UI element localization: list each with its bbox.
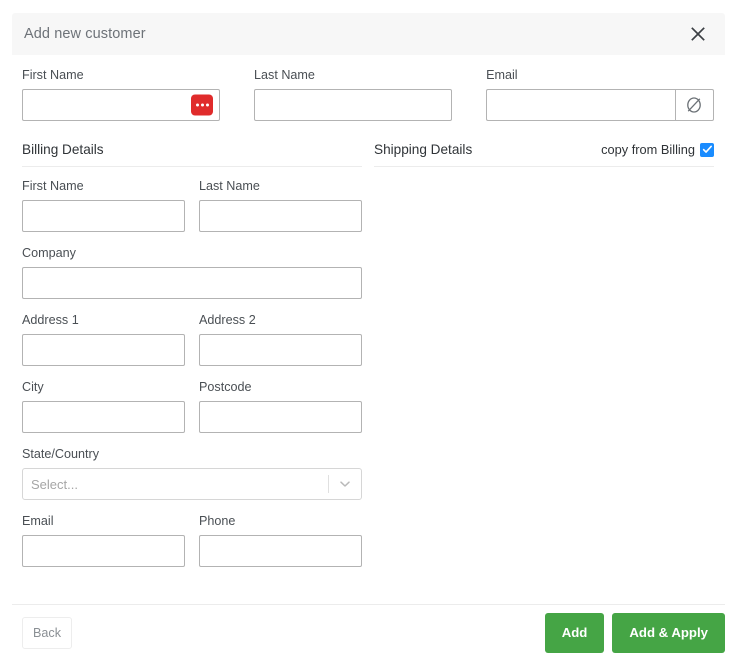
billing-address1-input[interactable] bbox=[23, 335, 184, 365]
billing-field-company: Company bbox=[22, 246, 362, 299]
billing-name-row: First Name Last Name bbox=[22, 179, 362, 232]
copy-from-billing-label: copy from Billing bbox=[601, 142, 695, 157]
billing-field-last-name: Last Name bbox=[199, 179, 362, 232]
modal-header: Add new customer bbox=[12, 13, 725, 55]
billing-first-name-label: First Name bbox=[22, 179, 84, 193]
billing-company-row: Company bbox=[22, 246, 362, 299]
billing-address2-label: Address 2 bbox=[199, 313, 256, 327]
billing-phone-input[interactable] bbox=[200, 536, 361, 566]
billing-field-address1: Address 1 bbox=[22, 313, 185, 366]
chevron-down-icon-glyph bbox=[340, 481, 350, 487]
empty-set-icon[interactable] bbox=[674, 89, 714, 121]
billing-phone-input-wrapper[interactable] bbox=[199, 535, 362, 567]
billing-details-title: Billing Details bbox=[22, 142, 104, 157]
billing-postcode-input-wrapper[interactable] bbox=[199, 401, 362, 433]
billing-postcode-label: Postcode bbox=[199, 380, 252, 394]
email-input-wrapper[interactable] bbox=[486, 89, 675, 121]
billing-postcode-input[interactable] bbox=[200, 402, 361, 432]
ellipsis-dot bbox=[200, 103, 204, 107]
email-input[interactable] bbox=[487, 90, 675, 120]
billing-address2-input-wrapper[interactable] bbox=[199, 334, 362, 366]
last-name-input-wrapper[interactable] bbox=[254, 89, 453, 121]
billing-email-label: Email bbox=[22, 514, 54, 528]
last-name-label: Last Name bbox=[254, 68, 315, 82]
field-first-name: First Name bbox=[22, 68, 221, 121]
billing-last-name-label: Last Name bbox=[199, 179, 260, 193]
billing-field-email: Email bbox=[22, 514, 185, 567]
first-name-input[interactable] bbox=[23, 90, 220, 120]
billing-email-input[interactable] bbox=[23, 536, 184, 566]
billing-first-name-input-wrapper[interactable] bbox=[22, 200, 185, 232]
chevron-down-icon[interactable] bbox=[329, 477, 361, 491]
billing-field-postcode: Postcode bbox=[199, 380, 362, 433]
billing-field-state-country: State/Country Select... bbox=[22, 447, 362, 500]
close-icon-glyph bbox=[691, 27, 705, 41]
first-name-input-wrapper[interactable] bbox=[22, 89, 221, 121]
billing-company-label: Company bbox=[22, 246, 76, 260]
billing-city-input[interactable] bbox=[23, 402, 184, 432]
back-button[interactable]: Back bbox=[22, 616, 72, 649]
billing-field-phone: Phone bbox=[199, 514, 362, 567]
copy-from-billing-control[interactable]: copy from Billing bbox=[601, 142, 714, 157]
billing-email-input-wrapper[interactable] bbox=[22, 535, 185, 567]
billing-city-row: City Postcode bbox=[22, 380, 362, 433]
billing-company-input[interactable] bbox=[23, 268, 361, 298]
close-icon[interactable] bbox=[685, 21, 711, 47]
billing-first-name-input[interactable] bbox=[23, 201, 184, 231]
billing-address1-input-wrapper[interactable] bbox=[22, 334, 185, 366]
billing-city-input-wrapper[interactable] bbox=[22, 401, 185, 433]
copy-from-billing-checkbox[interactable] bbox=[700, 142, 714, 157]
field-last-name: Last Name bbox=[254, 68, 453, 121]
first-name-label: First Name bbox=[22, 68, 84, 82]
billing-last-name-input[interactable] bbox=[200, 201, 361, 231]
ellipsis-dot bbox=[205, 103, 209, 107]
billing-address2-input[interactable] bbox=[200, 335, 361, 365]
billing-city-label: City bbox=[22, 380, 44, 394]
shipping-section-header: Shipping Details copy from Billing bbox=[374, 142, 714, 167]
billing-company-input-wrapper[interactable] bbox=[22, 267, 362, 299]
shipping-details-title: Shipping Details bbox=[374, 142, 473, 157]
last-name-input[interactable] bbox=[255, 90, 452, 120]
email-label: Email bbox=[486, 68, 518, 82]
section-headers: Billing Details Shipping Details copy fr… bbox=[22, 142, 714, 167]
modal-footer: Back Add Add & Apply bbox=[12, 605, 725, 660]
billing-state-country-row: State/Country Select... bbox=[22, 447, 362, 500]
state-country-select[interactable]: Select... bbox=[22, 468, 362, 500]
billing-last-name-input-wrapper[interactable] bbox=[199, 200, 362, 232]
add-button[interactable]: Add bbox=[544, 612, 605, 653]
billing-section-header: Billing Details bbox=[22, 142, 362, 167]
billing-address-row: Address 1 Address 2 bbox=[22, 313, 362, 366]
email-input-group bbox=[486, 89, 714, 121]
empty-set-icon-glyph bbox=[687, 97, 702, 113]
billing-form: First Name Last Name Company Address 1 A… bbox=[22, 179, 362, 581]
shipping-divider bbox=[374, 166, 714, 167]
field-email: Email bbox=[486, 68, 714, 121]
add-and-apply-button[interactable]: Add & Apply bbox=[612, 612, 725, 653]
billing-contact-row: Email Phone bbox=[22, 514, 362, 567]
billing-field-first-name: First Name bbox=[22, 179, 185, 232]
ellipsis-icon[interactable] bbox=[191, 94, 214, 116]
ellipsis-dot bbox=[195, 103, 199, 107]
checkmark-icon bbox=[702, 145, 712, 153]
billing-phone-label: Phone bbox=[199, 514, 236, 528]
billing-address1-label: Address 1 bbox=[22, 313, 79, 327]
add-new-customer-modal: Add new customer First Name Last Name Em… bbox=[0, 0, 737, 660]
state-country-selected-value: Select... bbox=[31, 476, 78, 492]
billing-state-country-label: State/Country bbox=[22, 447, 100, 461]
billing-field-city: City bbox=[22, 380, 185, 433]
billing-field-address2: Address 2 bbox=[199, 313, 362, 366]
billing-divider bbox=[22, 166, 362, 167]
customer-top-fields: First Name Last Name Email bbox=[22, 68, 714, 121]
modal-title: Add new customer bbox=[24, 26, 146, 42]
